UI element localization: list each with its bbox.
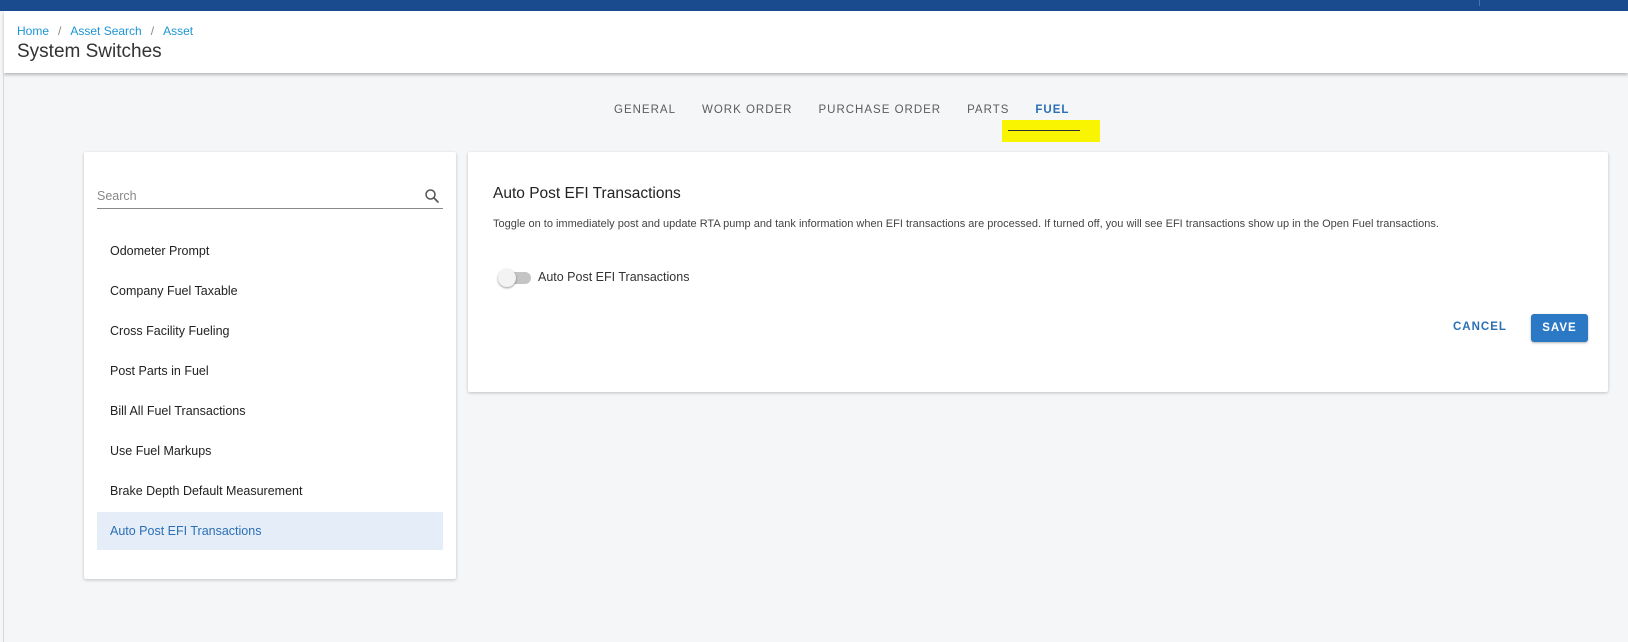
switch-title: Auto Post EFI Transactions (493, 185, 681, 202)
page-title: System Switches (17, 41, 162, 62)
switch-description: Toggle on to immediately post and update… (493, 218, 1439, 230)
toggle-label: Auto Post EFI Transactions (538, 270, 690, 284)
settings-tabs: GENERAL WORK ORDER PURCHASE ORDER PARTS … (614, 104, 1095, 126)
sidebar-item-odometer-prompt[interactable]: Odometer Prompt (97, 232, 443, 270)
tab-work-order[interactable]: WORK ORDER (702, 104, 793, 126)
save-button[interactable]: SAVE (1531, 314, 1588, 342)
tab-general[interactable]: GENERAL (614, 104, 676, 126)
breadcrumb-asset[interactable]: Asset (163, 24, 193, 38)
tab-purchase-order[interactable]: PURCHASE ORDER (818, 104, 941, 126)
sidebar-item-brake-depth-default-measurement[interactable]: Brake Depth Default Measurement (97, 472, 443, 510)
search-input[interactable] (97, 184, 412, 208)
tab-parts[interactable]: PARTS (967, 104, 1009, 126)
sidebar-item-auto-post-efi-transactions[interactable]: Auto Post EFI Transactions (97, 512, 443, 550)
switch-detail-card: Auto Post EFI Transactions Toggle on to … (468, 152, 1608, 392)
sidebar-item-cross-facility-fueling[interactable]: Cross Facility Fueling (97, 312, 443, 350)
left-border (3, 73, 4, 642)
breadcrumb-separator: / (58, 24, 62, 38)
breadcrumb-home[interactable]: Home (17, 24, 49, 38)
tab-active-indicator (1008, 130, 1080, 131)
cancel-button[interactable]: CANCEL (1453, 316, 1507, 338)
sidebar-item-company-fuel-taxable[interactable]: Company Fuel Taxable (97, 272, 443, 310)
breadcrumb-separator: / (150, 24, 155, 38)
auto-post-toggle[interactable] (498, 269, 531, 287)
sidebar-item-post-parts-in-fuel[interactable]: Post Parts in Fuel (97, 352, 443, 390)
top-bar-divider (1479, 0, 1480, 6)
switch-list-panel: Odometer Prompt Company Fuel Taxable Cro… (84, 152, 456, 579)
search-field (97, 184, 443, 209)
sidebar-item-bill-all-fuel-transactions[interactable]: Bill All Fuel Transactions (97, 392, 443, 430)
toggle-knob[interactable] (498, 269, 516, 287)
breadcrumb: Home / Asset Search / Asset (17, 24, 193, 38)
breadcrumb-asset-search[interactable]: Asset Search (70, 24, 141, 38)
tab-fuel[interactable]: FUEL (1035, 104, 1069, 126)
page-header: Home / Asset Search / Asset System Switc… (4, 11, 1628, 73)
search-icon[interactable] (423, 187, 441, 205)
sidebar-item-use-fuel-markups[interactable]: Use Fuel Markups (97, 432, 443, 470)
top-bar (0, 0, 1628, 11)
